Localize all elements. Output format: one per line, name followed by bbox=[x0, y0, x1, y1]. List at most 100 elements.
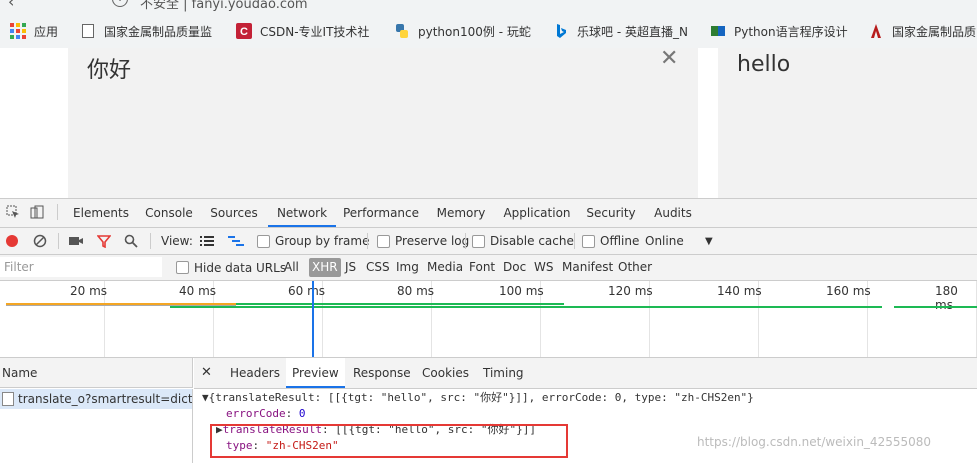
bookmarks-bar: 应用 国家金属制品质量监 C CSDN-专业IT技术社 python100例 -… bbox=[0, 14, 977, 49]
offline-checkbox[interactable]: Offline bbox=[582, 228, 639, 254]
bookmark-metal-quality-2[interactable]: 国家金属制品质 bbox=[868, 14, 977, 48]
screenshot-capture-button[interactable] bbox=[68, 228, 84, 254]
clear-icon bbox=[33, 234, 47, 248]
filter-input[interactable]: Filter bbox=[0, 257, 162, 277]
checkbox-icon bbox=[257, 234, 270, 248]
source-text[interactable]: 你好 bbox=[87, 52, 131, 84]
annotation-highlight-box bbox=[210, 424, 568, 458]
tab-sources[interactable]: Sources bbox=[202, 199, 266, 227]
target-text: hello bbox=[737, 52, 791, 77]
python-icon bbox=[394, 23, 410, 39]
search-button[interactable] bbox=[124, 228, 138, 254]
tab-response[interactable]: Response bbox=[353, 358, 411, 388]
search-icon bbox=[124, 234, 138, 248]
tab-elements[interactable]: Elements bbox=[66, 199, 136, 227]
filter-type-font[interactable]: Font bbox=[469, 255, 495, 280]
close-icon[interactable]: ✕ bbox=[201, 358, 212, 388]
tab-audits[interactable]: Audits bbox=[646, 199, 700, 227]
request-row[interactable]: translate_o?smartresult=dict&... bbox=[0, 389, 193, 409]
preserve-log-checkbox[interactable]: Preserve log bbox=[377, 228, 469, 254]
tab-memory[interactable]: Memory bbox=[430, 199, 492, 227]
filter-type-img[interactable]: Img bbox=[396, 255, 419, 280]
tab-timing[interactable]: Timing bbox=[483, 358, 524, 388]
checkbox-icon bbox=[176, 261, 189, 274]
timeline-tick-label: 20 ms bbox=[70, 284, 108, 298]
tab-security[interactable]: Security bbox=[582, 199, 640, 227]
apps-grid-icon bbox=[10, 23, 26, 39]
timeline-tick-label: 80 ms bbox=[397, 284, 435, 298]
timeline-tick-label: 140 ms bbox=[717, 284, 762, 298]
waterfall-icon bbox=[228, 236, 244, 246]
bookmark-metal-quality[interactable]: 国家金属制品质量监 bbox=[80, 14, 215, 48]
tab-console[interactable]: Console bbox=[136, 199, 202, 227]
waterfall-overview-toggle[interactable] bbox=[228, 228, 244, 254]
timeline-tick-label: 40 ms bbox=[179, 284, 217, 298]
record-icon bbox=[6, 235, 18, 247]
svg-text:C: C bbox=[240, 26, 248, 38]
translator-page: 你好 ✕ hello bbox=[0, 48, 977, 198]
inspect-element-icon[interactable] bbox=[6, 205, 20, 219]
close-icon[interactable]: ✕ bbox=[660, 48, 678, 70]
url-text[interactable]: 不安全 | fanyi.youdao.com bbox=[140, 0, 308, 12]
filter-type-media[interactable]: Media bbox=[427, 255, 463, 280]
tab-performance[interactable]: Performance bbox=[338, 199, 424, 227]
throttling-select[interactable]: Online bbox=[645, 228, 684, 254]
checkbox-icon bbox=[377, 234, 390, 248]
filter-toggle-button[interactable] bbox=[97, 228, 111, 254]
json-root-summary[interactable]: ▼{translateResult: [[{tgt: "hello", src:… bbox=[202, 390, 754, 406]
record-button[interactable] bbox=[5, 228, 19, 254]
tab-network[interactable]: Network bbox=[268, 199, 336, 227]
bookmark-apps[interactable]: 应用 bbox=[10, 14, 58, 48]
source-text-panel[interactable]: 你好 ✕ bbox=[68, 48, 698, 198]
hide-data-urls-checkbox[interactable]: Hide data URLs bbox=[176, 255, 286, 280]
tab-cookies[interactable]: Cookies bbox=[422, 358, 469, 388]
filter-type-doc[interactable]: Doc bbox=[503, 255, 526, 280]
tab-application[interactable]: Application bbox=[498, 199, 576, 227]
filter-type-js[interactable]: JS bbox=[345, 255, 356, 280]
name-column-header[interactable]: Name bbox=[0, 358, 193, 388]
large-rows-toggle[interactable] bbox=[200, 228, 214, 254]
timeline-tick-label: 160 ms bbox=[826, 284, 871, 298]
clear-button[interactable] bbox=[33, 228, 47, 254]
document-icon bbox=[80, 23, 96, 39]
steel-icon bbox=[868, 23, 884, 39]
bing-icon bbox=[553, 23, 569, 39]
filter-bar: Filter Hide data URLs All XHR JS CSS Img… bbox=[0, 255, 977, 281]
request-detail-tabs: ✕ Headers Preview Response Cookies Timin… bbox=[194, 358, 977, 389]
network-toolbar: View: Group by frame Preserve log Disabl… bbox=[0, 228, 977, 255]
csdn-icon: C bbox=[236, 23, 252, 39]
filter-type-css[interactable]: CSS bbox=[366, 255, 390, 280]
network-overview-timeline[interactable]: 20 ms 40 ms 60 ms 80 ms 100 ms 120 ms 14… bbox=[0, 281, 977, 358]
device-toolbar-icon[interactable] bbox=[30, 205, 44, 219]
timeline-bar bbox=[236, 303, 564, 305]
filter-type-ws[interactable]: WS bbox=[534, 255, 553, 280]
checkbox-icon bbox=[472, 234, 485, 248]
back-arrow-icon[interactable]: ‹ bbox=[8, 0, 14, 11]
filter-type-other[interactable]: Other bbox=[618, 255, 652, 280]
chevron-down-icon[interactable]: ▼ bbox=[705, 228, 713, 254]
disable-cache-checkbox[interactable]: Disable cache bbox=[472, 228, 574, 254]
bookmark-csdn[interactable]: C CSDN-专业IT技术社 bbox=[236, 14, 371, 48]
list-view-icon bbox=[200, 236, 214, 246]
timeline-bar bbox=[170, 306, 882, 308]
target-text-panel: hello bbox=[718, 48, 977, 198]
bookmark-python100[interactable]: python100例 - 玩蛇 bbox=[394, 14, 532, 48]
info-icon[interactable]: i bbox=[112, 0, 128, 7]
filter-type-xhr[interactable]: XHR bbox=[309, 258, 341, 277]
bookmark-leqiuba[interactable]: 乐球吧 - 英超直播_N bbox=[553, 14, 691, 48]
filter-type-manifest[interactable]: Manifest bbox=[562, 255, 613, 280]
mooc-icon bbox=[710, 23, 726, 39]
filter-funnel-icon bbox=[97, 235, 111, 248]
watermark-text: https://blog.csdn.net/weixin_42555080 bbox=[697, 435, 932, 449]
timeline-tick-label: 60 ms bbox=[288, 284, 326, 298]
file-icon bbox=[2, 392, 14, 406]
devtools-tab-bar: Elements Console Sources Network Perform… bbox=[0, 199, 977, 228]
filter-type-all[interactable]: All bbox=[284, 255, 299, 280]
timeline-bar bbox=[894, 306, 977, 308]
timeline-tick-label: 120 ms bbox=[608, 284, 653, 298]
tab-preview[interactable]: Preview bbox=[286, 358, 345, 388]
bookmark-python-course[interactable]: Python语言程序设计 bbox=[710, 14, 850, 48]
group-by-frame-checkbox[interactable]: Group by frame bbox=[257, 228, 369, 254]
tab-headers[interactable]: Headers bbox=[230, 358, 280, 388]
expand-triangle-icon[interactable]: ▼ bbox=[202, 391, 209, 404]
